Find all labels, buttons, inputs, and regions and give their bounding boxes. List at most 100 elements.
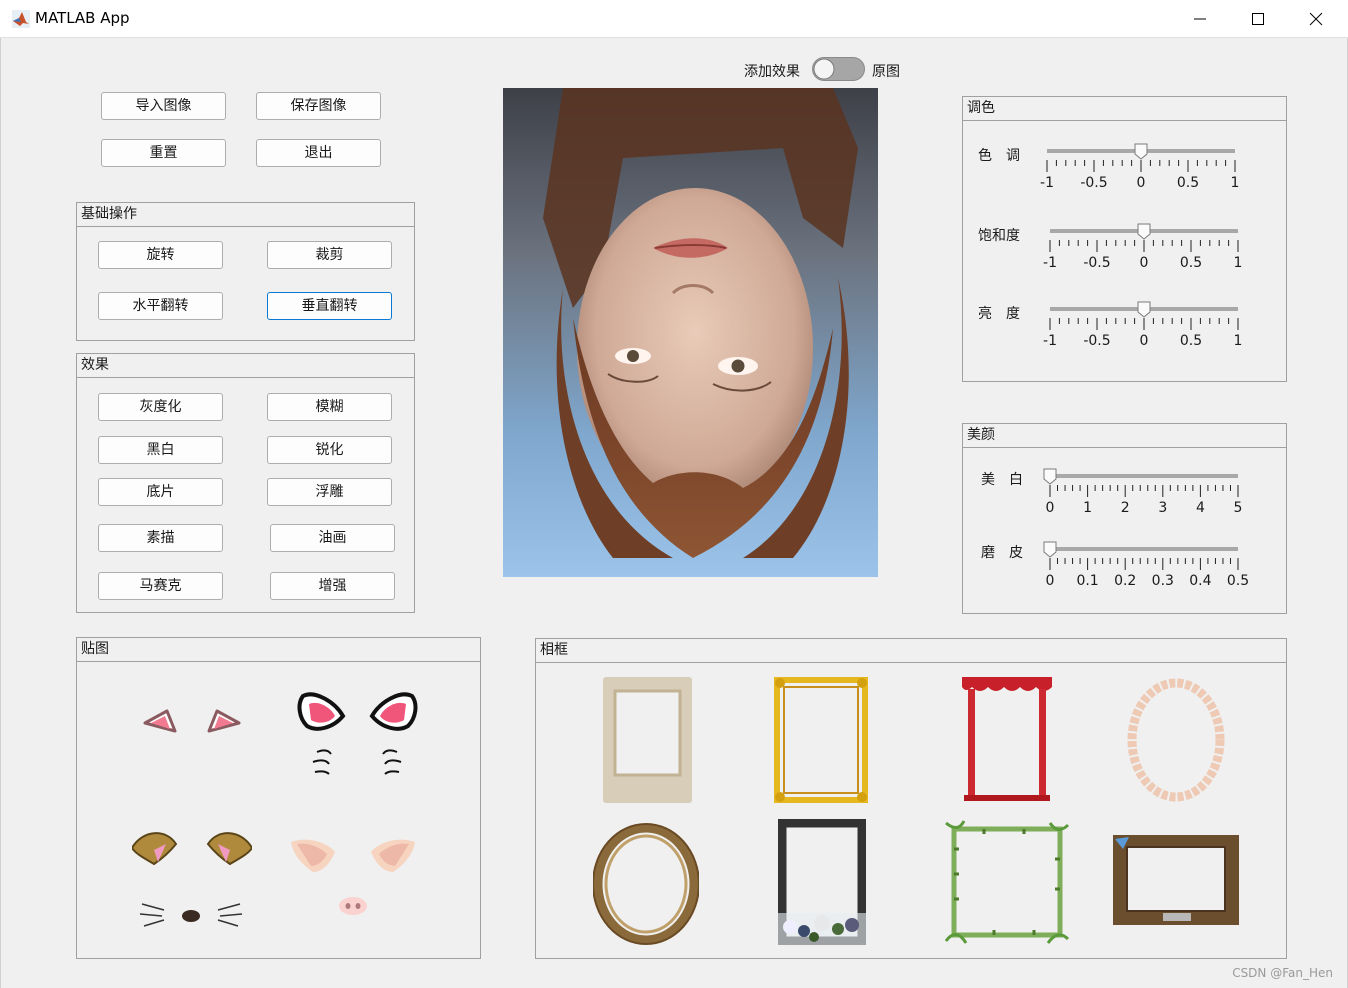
horizontal-flip-button[interactable]: 水平翻转 bbox=[98, 292, 223, 320]
effects-title: 效果 bbox=[77, 354, 414, 378]
brightness-slider[interactable]: -1 -0.5 0 0.5 1 bbox=[1043, 301, 1244, 351]
exit-button[interactable]: 退出 bbox=[256, 139, 381, 167]
reset-button[interactable]: 重置 bbox=[101, 139, 226, 167]
frames-title: 相框 bbox=[536, 639, 1286, 663]
slider-tick-label: -1 bbox=[1040, 175, 1054, 191]
slider-tick-label: 1 bbox=[1234, 333, 1243, 349]
beauty-panel: 美颜 美 白 0 1 2 3 4 5 磨 皮 0 0.1 0.2 0.3 0.4 0.5 bbox=[962, 423, 1287, 614]
slider-tick-label: -1 bbox=[1043, 255, 1057, 271]
oil-painting-button[interactable]: 油画 bbox=[270, 524, 395, 552]
slider-tick-label: 3 bbox=[1158, 500, 1167, 516]
close-button[interactable] bbox=[1288, 0, 1346, 38]
slider-tick-label: 0.1 bbox=[1076, 573, 1098, 589]
peach-oval-frame[interactable] bbox=[1126, 677, 1226, 803]
slider-tick-label: 0.2 bbox=[1114, 573, 1136, 589]
rotate-button[interactable]: 旋转 bbox=[98, 241, 223, 269]
slider-tick-label: 0.5 bbox=[1180, 333, 1202, 349]
slider-thumb[interactable] bbox=[1134, 143, 1148, 160]
basic-ops-title: 基础操作 bbox=[77, 203, 414, 227]
slider-tick-label: 0.4 bbox=[1189, 573, 1211, 589]
stickers-title: 贴图 bbox=[77, 638, 480, 662]
smooth-slider[interactable]: 0 0.1 0.2 0.3 0.4 0.5 bbox=[1043, 541, 1249, 591]
enhance-button[interactable]: 增强 bbox=[270, 572, 395, 600]
slider-tick-label: 4 bbox=[1196, 500, 1205, 516]
slider-thumb[interactable] bbox=[1137, 301, 1151, 318]
import-image-button[interactable]: 导入图像 bbox=[101, 92, 226, 120]
slider-tick-label: 5 bbox=[1234, 500, 1243, 516]
slider-tick-label: 1 bbox=[1231, 175, 1240, 191]
slider-tick-label: -0.5 bbox=[1083, 333, 1110, 349]
color-adjust-title: 调色 bbox=[963, 97, 1286, 121]
sketch-button[interactable]: 素描 bbox=[98, 524, 223, 552]
slider-tick-label: -1 bbox=[1043, 333, 1057, 349]
matlab-logo-icon bbox=[12, 10, 30, 28]
whiten-slider[interactable]: 0 1 2 3 4 5 bbox=[1043, 468, 1244, 518]
saturation-slider[interactable]: -1 -0.5 0 0.5 1 bbox=[1043, 223, 1244, 273]
minimize-icon bbox=[1194, 18, 1206, 20]
saturation-label: 饱和度 bbox=[978, 228, 1020, 244]
bronze-oval-frame[interactable] bbox=[592, 823, 700, 945]
whiten-label: 美 白 bbox=[981, 472, 1023, 488]
black-white-button[interactable]: 黑白 bbox=[98, 436, 223, 464]
vertical-flip-button[interactable]: 垂直翻转 bbox=[267, 292, 392, 320]
vintage-paper-frame[interactable] bbox=[603, 677, 692, 803]
beauty-title: 美颜 bbox=[963, 424, 1286, 448]
save-image-button[interactable]: 保存图像 bbox=[256, 92, 381, 120]
slider-thumb[interactable] bbox=[1137, 223, 1151, 240]
gold-ornate-frame[interactable] bbox=[772, 675, 870, 805]
window-title: MATLAB App bbox=[35, 9, 130, 27]
frames-panel: 相框 bbox=[535, 638, 1287, 959]
wooden-plaque-frame[interactable] bbox=[1113, 835, 1239, 925]
slider-thumb[interactable] bbox=[1043, 468, 1057, 485]
slider-tick-label: 0.3 bbox=[1152, 573, 1174, 589]
effect-toggle-switch[interactable] bbox=[812, 57, 865, 81]
slider-tick-label: 0.5 bbox=[1180, 255, 1202, 271]
dog-ears-nose-sticker[interactable] bbox=[130, 824, 254, 934]
watermark: CSDN @Fan_Hen bbox=[1232, 966, 1333, 980]
maximize-icon bbox=[1252, 13, 1264, 25]
crop-button[interactable]: 裁剪 bbox=[267, 241, 392, 269]
slider-tick-label: 1 bbox=[1234, 255, 1243, 271]
hue-slider[interactable]: -1 -0.5 0 0.5 1 bbox=[1040, 143, 1241, 193]
slider-tick-label: 2 bbox=[1121, 500, 1130, 516]
app-window: 添加效果 原图 导入图像 保存图像 重置 退出 基础操作 旋转 裁剪 水平翻转 … bbox=[0, 38, 1348, 988]
slider-tick-label: -0.5 bbox=[1080, 175, 1107, 191]
slider-tick-label: 0 bbox=[1046, 500, 1055, 516]
pig-ears-nose-sticker[interactable] bbox=[289, 836, 419, 918]
slider-tick-label: -0.5 bbox=[1083, 255, 1110, 271]
slider-tick-label: 0 bbox=[1140, 255, 1149, 271]
blur-button[interactable]: 模糊 bbox=[267, 393, 392, 421]
hue-label: 色 调 bbox=[978, 148, 1020, 164]
red-curtain-frame[interactable] bbox=[960, 677, 1054, 803]
maximize-button[interactable] bbox=[1230, 0, 1288, 38]
smooth-label: 磨 皮 bbox=[981, 545, 1023, 561]
slider-tick-label: 0.5 bbox=[1177, 175, 1199, 191]
bamboo-frame[interactable] bbox=[944, 819, 1070, 945]
stickers-panel: 贴图 bbox=[76, 637, 481, 959]
toggle-right-label: 原图 bbox=[872, 64, 900, 80]
slider-track[interactable] bbox=[1050, 547, 1238, 551]
image-preview bbox=[503, 88, 878, 577]
effects-panel: 效果 灰度化 模糊 黑白 锐化 底片 浮雕 素描 油画 马赛克 增强 bbox=[76, 353, 415, 613]
basic-ops-panel: 基础操作 旋转 裁剪 水平翻转 垂直翻转 bbox=[76, 202, 415, 341]
title-bar: MATLAB App bbox=[0, 0, 1348, 38]
grayscale-button[interactable]: 灰度化 bbox=[98, 393, 223, 421]
slider-tick-label: 0.5 bbox=[1227, 573, 1249, 589]
close-icon bbox=[1309, 12, 1323, 26]
brightness-label: 亮 度 bbox=[978, 306, 1020, 322]
slider-tick-label: 0 bbox=[1140, 333, 1149, 349]
mosaic-button[interactable]: 马赛克 bbox=[98, 572, 223, 600]
cat-ears-whiskers-sticker[interactable] bbox=[295, 688, 420, 783]
sharpen-button[interactable]: 锐化 bbox=[267, 436, 392, 464]
pink-ears-sticker[interactable] bbox=[137, 703, 247, 743]
black-floral-frame[interactable] bbox=[777, 818, 867, 946]
emboss-button[interactable]: 浮雕 bbox=[267, 478, 392, 506]
slider-tick-label: 1 bbox=[1083, 500, 1092, 516]
minimize-button[interactable] bbox=[1172, 0, 1230, 38]
negative-button[interactable]: 底片 bbox=[98, 478, 223, 506]
slider-tick-label: 0 bbox=[1046, 573, 1055, 589]
slider-tick-label: 0 bbox=[1137, 175, 1146, 191]
toggle-left-label: 添加效果 bbox=[744, 64, 800, 80]
slider-track[interactable] bbox=[1050, 474, 1238, 478]
slider-thumb[interactable] bbox=[1043, 541, 1057, 558]
